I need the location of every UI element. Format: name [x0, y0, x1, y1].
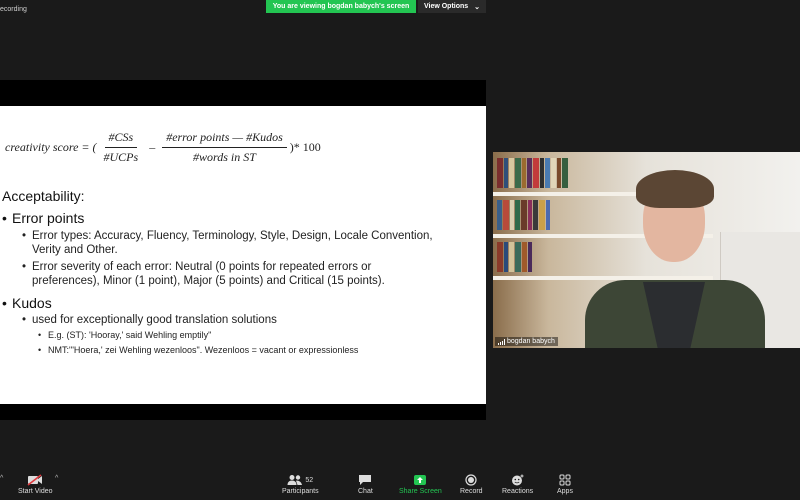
record-button[interactable]: Record — [460, 472, 483, 495]
start-video-label: Start Video — [18, 488, 53, 495]
reactions-button[interactable]: Reactions — [502, 472, 533, 495]
bullet-dot: • — [38, 330, 42, 340]
recording-indicator: ecording — [0, 6, 27, 13]
bullet-text: Error types: Accuracy, Fluency, Terminol… — [32, 230, 433, 242]
fraction-denominator: #words in ST — [193, 150, 256, 164]
participant-name: bogdan babych — [507, 338, 555, 345]
bullet-text-cont: preferences), Minor (1 point), Major (5 … — [32, 275, 385, 287]
chevron-down-icon: ⌄ — [474, 3, 481, 11]
apps-icon — [559, 472, 571, 488]
record-label: Record — [460, 488, 483, 495]
reactions-label: Reactions — [502, 488, 534, 495]
bullet-example-st: • E.g. (ST): 'Hooray,' said Wehling empti… — [38, 330, 211, 340]
fraction-numerator: #CSs — [104, 130, 138, 148]
fraction-numerator: #error points — #Kudos — [162, 130, 287, 148]
signal-strength-icon — [498, 338, 505, 345]
bullet-text: E.g. (ST): 'Hooray,' said Wehling emptil… — [48, 330, 212, 340]
bullet-kudos-usage: • used for exceptionally good translation… — [22, 313, 277, 327]
participant-video-tile[interactable]: bogdan babych — [493, 152, 800, 348]
chat-bubble-icon — [358, 472, 372, 488]
bullet-text: used for exceptionally good translation … — [32, 314, 277, 326]
participants-label: Participants — [282, 488, 319, 495]
share-screen-label: Share Screen — [399, 488, 442, 495]
shared-screen: creativity score = ( #CSs #UCPs – #error… — [0, 80, 486, 420]
apps-button[interactable]: Apps — [557, 472, 573, 495]
bullet-error-severity: • Error severity of each error: Neutral (… — [22, 260, 385, 288]
start-video-button[interactable]: Start Video — [18, 472, 53, 495]
view-options-button[interactable]: View Options ⌄ — [418, 0, 486, 13]
fraction-errors-words: #error points — #Kudos #words in ST — [162, 130, 287, 165]
formula-tail: )* 100 — [289, 140, 321, 154]
bullet-text-cont: Verity and Other. — [32, 244, 118, 256]
participants-icon: 52 — [287, 472, 313, 488]
minus-sign: – — [149, 140, 156, 154]
apps-label: Apps — [557, 488, 573, 495]
bullet-error-points: • Error points — [2, 210, 84, 226]
bullet-dot: • — [2, 210, 7, 226]
chat-label: Chat — [358, 488, 373, 495]
bullet-dot: • — [22, 230, 27, 242]
participant-hair — [636, 170, 714, 208]
bullet-dot: • — [22, 314, 27, 326]
bullet-kudos: • Kudos — [2, 295, 52, 311]
chat-button[interactable]: Chat — [358, 472, 373, 495]
bullet-text: Error severity of each error: Neutral (0… — [32, 261, 372, 273]
chevron-up-icon[interactable]: ^ — [55, 475, 58, 482]
bullet-text: Kudos — [12, 295, 52, 311]
bullet-dot: • — [2, 295, 7, 311]
smiley-plus-icon — [511, 472, 525, 488]
record-icon — [465, 472, 477, 488]
creativity-score-formula: creativity score = ( #CSs #UCPs – #error… — [5, 130, 321, 165]
formula-lhs: creativity score = ( — [5, 140, 97, 154]
video-off-icon — [27, 472, 43, 488]
slide-heading: Acceptability: — [2, 188, 85, 204]
presentation-slide: creativity score = ( #CSs #UCPs – #error… — [0, 106, 486, 404]
view-options-label: View Options — [423, 3, 469, 10]
fraction-cs-ucp: #CSs #UCPs — [100, 130, 143, 165]
participants-count: 52 — [305, 476, 314, 484]
bullet-dot: • — [22, 261, 27, 273]
bullet-example-nmt: • NMT:"'Hoera,' zei Wehling wezenloos". W… — [38, 345, 358, 355]
meeting-toolbar: ^ Start Video ^ 52 Participants Chat Sha… — [0, 470, 800, 500]
participants-button[interactable]: 52 Participants — [282, 472, 319, 495]
share-screen-button[interactable]: Share Screen — [399, 472, 442, 495]
bullet-text: Error points — [12, 210, 85, 226]
fraction-denominator: #UCPs — [103, 150, 139, 164]
bullet-error-types: • Error types: Accuracy, Fluency, Termino… — [22, 229, 433, 257]
participant-name-tag: bogdan babych — [495, 337, 558, 346]
bullet-dot: • — [38, 345, 42, 355]
bullet-text: NMT:"'Hoera,' zei Wehling wezenloos". We… — [48, 345, 359, 355]
viewing-share-banner: You are viewing bogdan babych's screen — [266, 0, 416, 13]
chevron-up-icon[interactable]: ^ — [0, 475, 3, 482]
share-screen-icon — [413, 472, 427, 488]
